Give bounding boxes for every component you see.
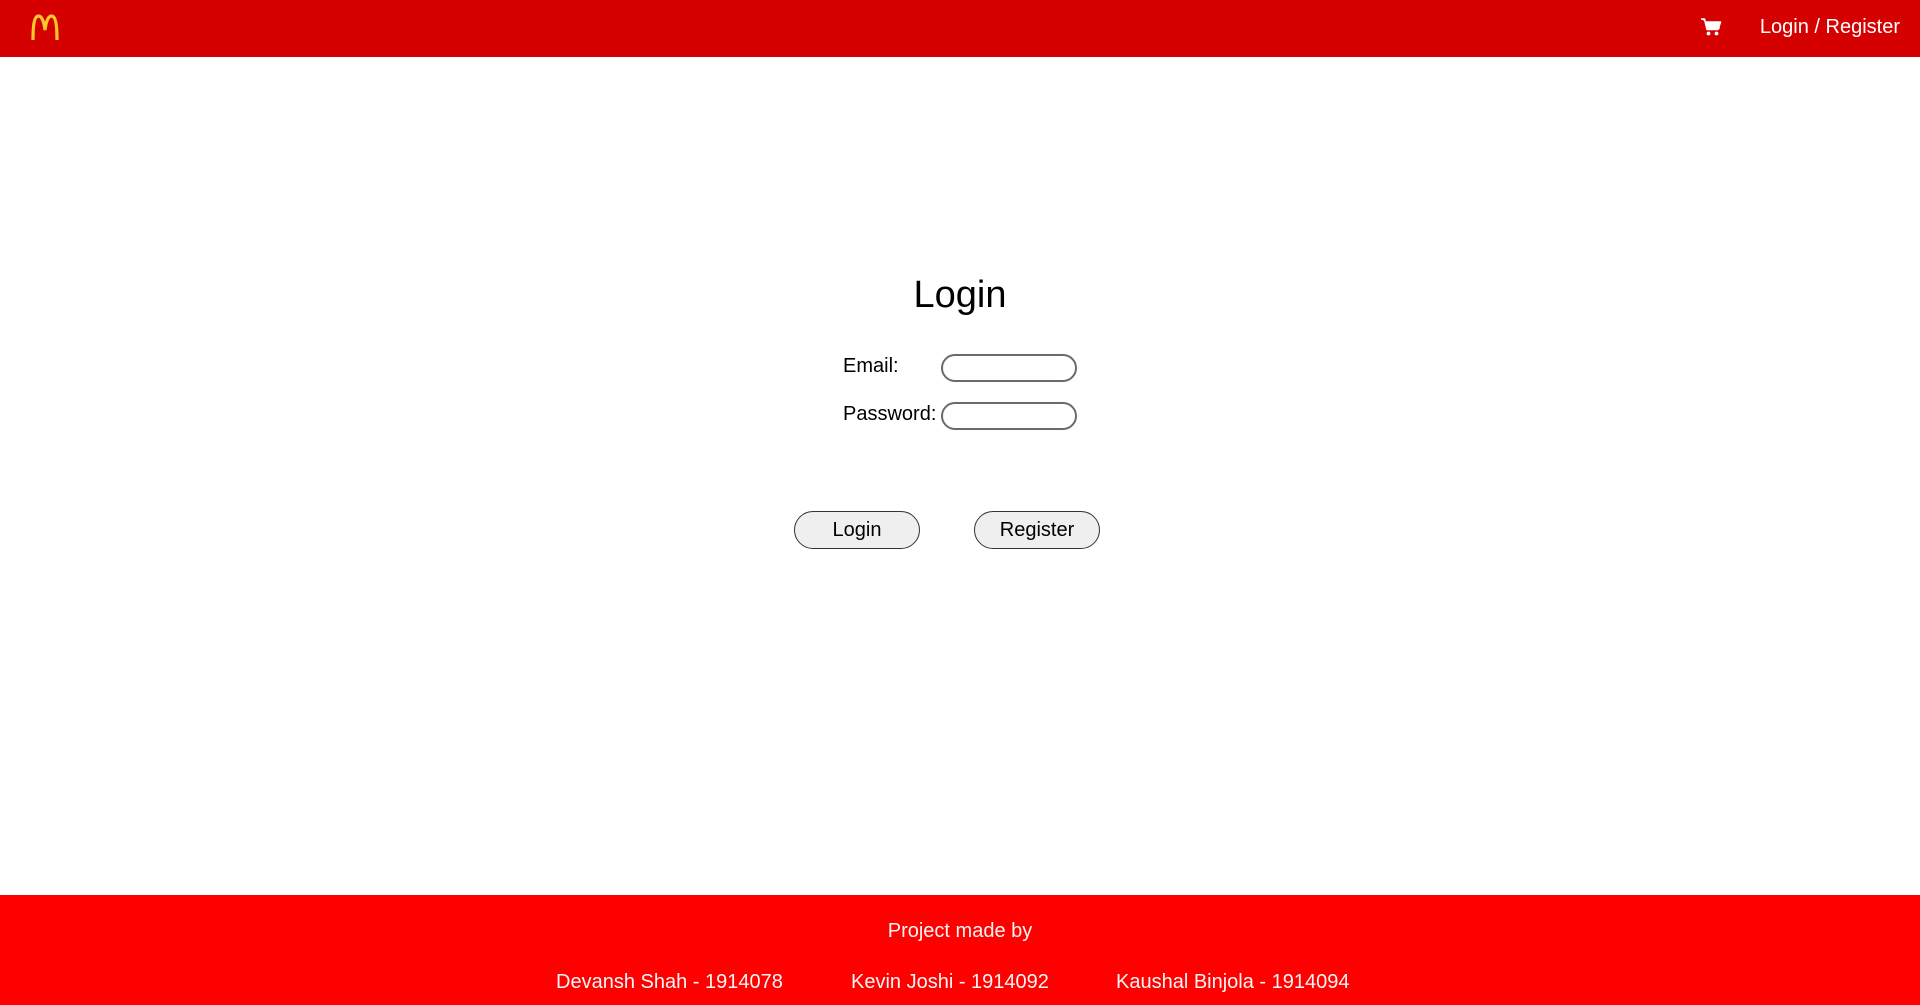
page-title: Login	[913, 274, 1007, 316]
footer: Project made by Devansh Shah - 1914078 K…	[0, 895, 1920, 1005]
login-register-link[interactable]: Login / Register	[1760, 15, 1900, 39]
mcdonalds-logo-icon[interactable]	[30, 14, 60, 41]
credit-item: Kevin Joshi - 1914092	[851, 971, 1049, 993]
email-field[interactable]	[941, 354, 1077, 382]
login-button[interactable]: Login	[794, 511, 920, 549]
register-button[interactable]: Register	[974, 511, 1100, 549]
footer-heading: Project made by	[887, 920, 1033, 942]
shopping-cart-icon[interactable]	[1700, 17, 1722, 37]
email-label: Email:	[843, 355, 899, 377]
credit-item: Kaushal Binjola - 1914094	[1116, 971, 1350, 993]
password-field[interactable]	[941, 402, 1077, 430]
top-navbar: Login / Register	[0, 0, 1920, 57]
password-label: Password:	[843, 403, 937, 425]
credit-item: Devansh Shah - 1914078	[556, 971, 783, 993]
page: Login / Register Login Email: Password: …	[0, 0, 1920, 1005]
